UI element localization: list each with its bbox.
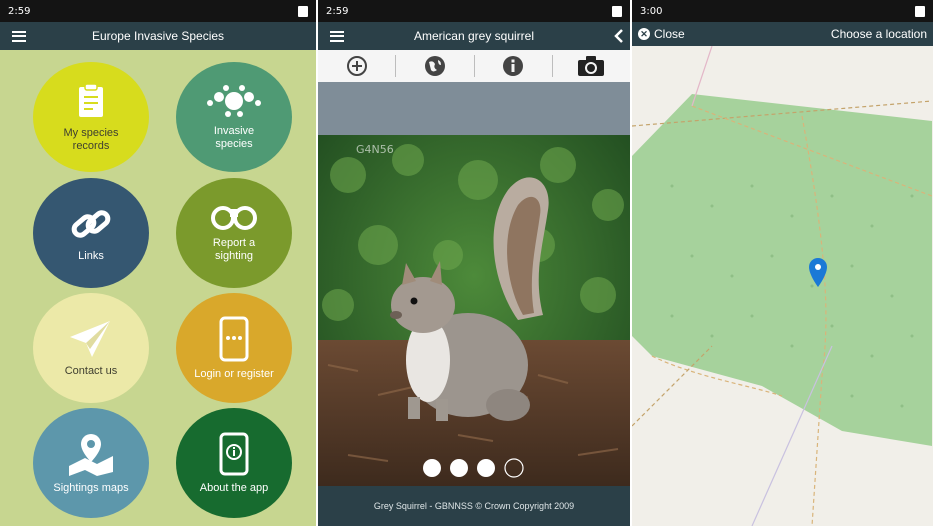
globe-icon <box>424 56 445 76</box>
dots-spread-icon <box>207 85 261 117</box>
tile-label: Sightings maps <box>53 481 129 494</box>
tile-links[interactable]: Links <box>33 178 149 288</box>
tile-label: About the app <box>199 481 269 494</box>
tile-login-register[interactable]: Login or register <box>176 293 292 403</box>
tile-label: Links <box>78 249 104 262</box>
species-title: American grey squirrel <box>413 29 535 43</box>
battery-icon <box>915 5 925 17</box>
tile-my-species-records[interactable]: My species records <box>33 62 149 172</box>
photo-caption: Grey Squirrel - GBNNSS © Crown Copyright… <box>318 486 630 526</box>
tile-label: My species records <box>63 127 119 152</box>
close-button[interactable]: ✕ Close <box>632 27 685 41</box>
location-picker-screen: 3:00 ✕ Close Choose a location <box>632 0 933 526</box>
tile-contact-us[interactable]: Contact us <box>33 293 149 403</box>
menu-icon[interactable] <box>12 30 26 42</box>
status-bar: 2:59 <box>0 0 316 22</box>
app-title: Europe Invasive Species <box>91 29 225 43</box>
close-label: Close <box>654 27 685 41</box>
phone-info-icon <box>219 432 249 475</box>
chevron-back-icon[interactable] <box>614 28 624 44</box>
species-toolbar <box>318 50 630 82</box>
location-header: ✕ Close Choose a location <box>632 22 933 46</box>
status-bar: 3:00 <box>632 0 933 22</box>
status-time: 2:59 <box>326 5 349 17</box>
menu-icon[interactable] <box>330 30 344 42</box>
status-time: 3:00 <box>640 5 663 17</box>
battery-icon <box>298 5 308 17</box>
status-time: 2:59 <box>8 5 31 17</box>
info-icon <box>503 56 524 76</box>
tile-label: Report a sighting <box>212 237 256 262</box>
tile-label: Login or register <box>194 367 274 380</box>
photo-watermark: G4N56 <box>356 143 394 156</box>
location-map[interactable] <box>632 46 933 526</box>
tile-label: Contact us <box>64 364 118 377</box>
species-detail-screen: 2:59 American grey squirrel G4N56 Grey S… <box>318 0 630 526</box>
tile-invasive-species[interactable]: Invasive species <box>176 62 292 172</box>
tile-label: Invasive species <box>213 125 255 150</box>
species-header: American grey squirrel <box>318 22 630 50</box>
species-home-screen: 2:59 Europe Invasive Species My species … <box>0 0 316 526</box>
location-title: Choose a location <box>830 27 927 41</box>
tile-sightings-maps[interactable]: Sightings maps <box>33 408 149 518</box>
tile-about-app[interactable]: About the app <box>176 408 292 518</box>
tile-report-sighting[interactable]: Report a sighting <box>176 178 292 288</box>
plus-circle-icon <box>346 56 367 76</box>
map-pin-icon <box>69 433 113 476</box>
binoculars-icon <box>211 206 257 230</box>
app-header: Europe Invasive Species <box>0 22 316 50</box>
gallery-button[interactable] <box>553 50 630 82</box>
clipboard-icon <box>79 83 103 117</box>
chain-link-icon <box>71 209 111 238</box>
camera-icon <box>578 56 605 76</box>
phone-icon <box>219 316 249 361</box>
battery-icon <box>612 5 622 17</box>
paper-plane-icon <box>70 320 110 357</box>
info-button[interactable] <box>475 50 552 82</box>
species-photo[interactable]: G4N56 <box>318 135 630 487</box>
distribution-button[interactable] <box>396 50 473 82</box>
add-record-button[interactable] <box>318 50 395 82</box>
status-bar: 2:59 <box>318 0 630 22</box>
close-icon: ✕ <box>638 28 650 40</box>
squirrel-image: G4N56 <box>318 135 630 487</box>
